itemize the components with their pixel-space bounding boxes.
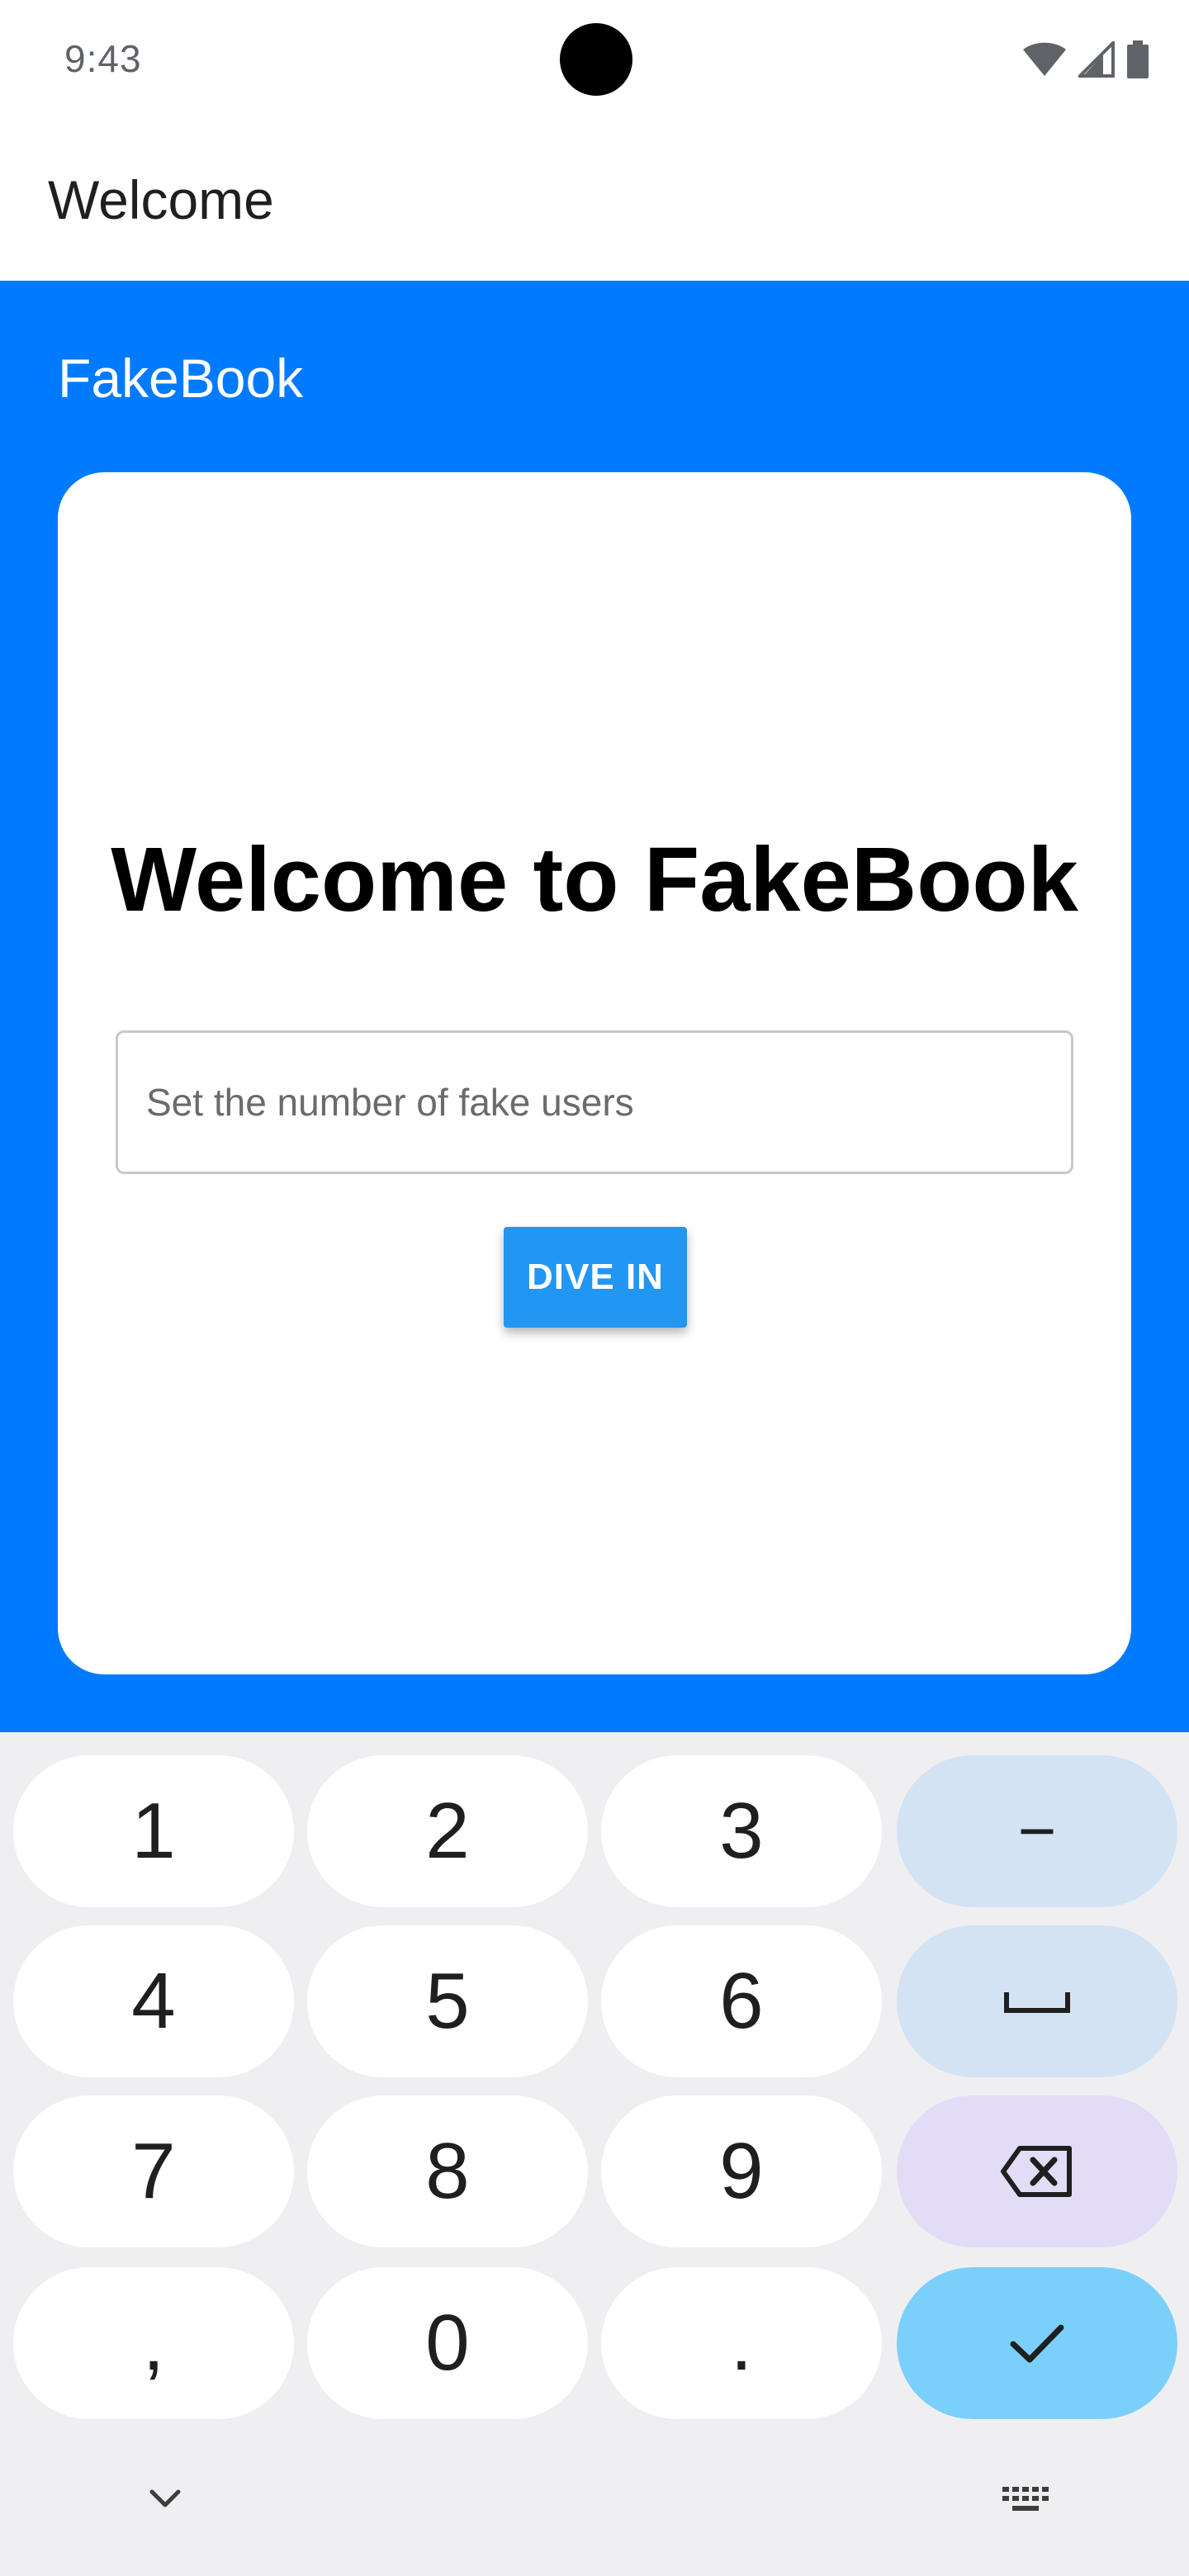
key-4[interactable]: 4 xyxy=(13,1925,294,2077)
key-3[interactable]: 3 xyxy=(601,1755,882,1907)
numeric-keyboard: 1 2 3 − 4 5 6 7 8 9 , 0 . xyxy=(0,1732,1189,2576)
camera-cutout xyxy=(560,23,632,96)
wifi-icon xyxy=(1023,42,1066,76)
dive-in-button[interactable]: DIVE IN xyxy=(504,1227,687,1328)
main-content: FakeBook Welcome to FakeBook DIVE IN xyxy=(0,281,1189,1732)
keyboard-bottom-bar xyxy=(0,2459,1189,2576)
key-space[interactable] xyxy=(897,1925,1177,2077)
checkmark-icon xyxy=(1010,2324,1064,2363)
keyboard-icon[interactable] xyxy=(999,2484,1050,2517)
key-minus[interactable]: − xyxy=(897,1755,1177,1907)
key-backspace[interactable] xyxy=(897,2095,1177,2247)
key-6[interactable]: 6 xyxy=(601,1925,882,2077)
key-9[interactable]: 9 xyxy=(601,2095,882,2247)
key-8[interactable]: 8 xyxy=(307,2095,588,2247)
key-7[interactable]: 7 xyxy=(13,2095,294,2247)
brand-name: FakeBook xyxy=(58,348,304,409)
key-2[interactable]: 2 xyxy=(307,1755,588,1907)
status-bar: 9:43 xyxy=(0,0,1189,116)
key-5[interactable]: 5 xyxy=(307,1925,588,2077)
fake-users-input[interactable] xyxy=(116,1030,1073,1174)
cell-signal-icon xyxy=(1078,41,1115,78)
status-time: 9:43 xyxy=(64,37,142,80)
key-1[interactable]: 1 xyxy=(13,1755,294,1907)
welcome-card: Welcome to FakeBook DIVE IN xyxy=(58,472,1131,1674)
space-icon xyxy=(1004,1992,1070,2013)
welcome-heading: Welcome to FakeBook xyxy=(111,829,1078,930)
status-icons xyxy=(1022,40,1149,79)
app-bar-title: Welcome xyxy=(48,169,274,230)
chevron-down-icon[interactable] xyxy=(140,2482,190,2515)
app-bar: Welcome xyxy=(0,116,1189,281)
key-comma[interactable]: , xyxy=(13,2267,294,2419)
key-done[interactable] xyxy=(897,2267,1177,2419)
battery-icon xyxy=(1127,40,1149,78)
key-period[interactable]: . xyxy=(601,2267,882,2419)
backspace-icon xyxy=(1001,2146,1072,2197)
key-0[interactable]: 0 xyxy=(307,2267,588,2419)
